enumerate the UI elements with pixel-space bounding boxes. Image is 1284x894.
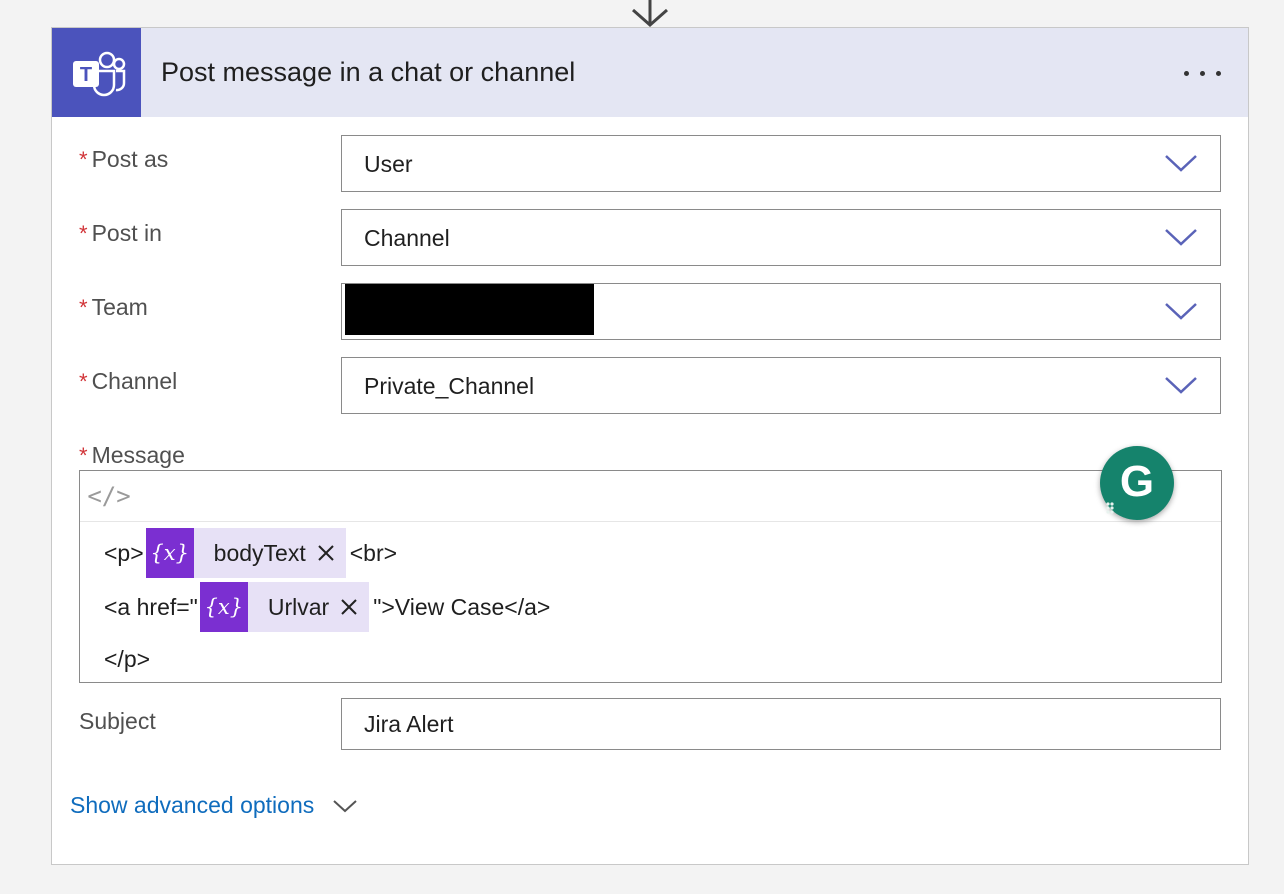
message-line-2: <a href=" {x} Urlvar ">View Case</a> bbox=[104, 582, 551, 632]
message-text: <p> bbox=[104, 539, 144, 566]
post-in-dropdown[interactable]: Channel bbox=[341, 209, 1221, 266]
message-text: ">View Case</a> bbox=[373, 593, 551, 620]
message-editor[interactable]: </> <p> {x} bodyText <br> <a href=" {x} … bbox=[79, 470, 1222, 683]
advanced-options-label: Show advanced options bbox=[70, 792, 315, 818]
grammarly-letter: G bbox=[1120, 457, 1154, 506]
dynamic-token-bodytext[interactable]: {x} bodyText bbox=[145, 528, 346, 578]
chevron-down-icon bbox=[1165, 377, 1197, 394]
team-dropdown[interactable] bbox=[341, 283, 1221, 340]
post-in-value: Channel bbox=[364, 225, 450, 251]
message-label: * Message bbox=[79, 442, 185, 468]
dynamic-token-urlvar[interactable]: {x} Urlvar bbox=[199, 582, 370, 632]
message-line-3: </p> bbox=[104, 637, 150, 681]
chevron-down-icon bbox=[1165, 303, 1197, 320]
required-marker: * bbox=[79, 147, 88, 172]
token-label: bodyText bbox=[213, 539, 306, 566]
show-advanced-options-link[interactable]: Show advanced options bbox=[70, 792, 358, 819]
remove-token-close-icon[interactable] bbox=[312, 539, 340, 567]
subject-field[interactable] bbox=[341, 698, 1221, 750]
subject-label: Subject bbox=[79, 708, 156, 734]
required-marker: * bbox=[79, 295, 88, 320]
chevron-down-icon bbox=[1165, 229, 1197, 246]
channel-dropdown[interactable]: Private_Channel bbox=[341, 357, 1221, 414]
editor-divider bbox=[80, 521, 1221, 522]
variable-icon: {x} bbox=[199, 582, 248, 632]
post-in-label: * Post in bbox=[79, 220, 162, 246]
chevron-down-icon bbox=[1165, 155, 1197, 172]
post-as-value: User bbox=[364, 151, 413, 177]
message-text: <a href=" bbox=[104, 593, 198, 620]
redacted-team-value bbox=[345, 284, 594, 335]
message-line-1: <p> {x} bodyText <br> bbox=[104, 528, 398, 578]
flow-down-arrow-icon bbox=[632, 0, 668, 28]
teams-icon: T bbox=[52, 28, 141, 117]
required-marker: * bbox=[79, 443, 88, 468]
card-title: Post message in a chat or channel bbox=[161, 57, 576, 87]
message-text: <br> bbox=[349, 539, 398, 566]
teams-icon-letter: T bbox=[79, 64, 91, 86]
code-view-toggle-button[interactable]: </> bbox=[86, 475, 132, 517]
post-as-dropdown[interactable]: User bbox=[341, 135, 1221, 192]
action-card: T Post message in a chat or channel * Pos… bbox=[51, 27, 1249, 865]
required-marker: * bbox=[79, 369, 88, 394]
token-label: Urlvar bbox=[267, 593, 330, 620]
card-header[interactable]: T Post message in a chat or channel bbox=[52, 28, 1248, 117]
channel-value: Private_Channel bbox=[364, 373, 535, 399]
variable-icon: {x} bbox=[145, 528, 194, 578]
subject-input[interactable] bbox=[342, 699, 1220, 749]
message-text: </p> bbox=[104, 645, 151, 672]
post-as-label: * Post as bbox=[79, 146, 169, 172]
grammarly-icon[interactable]: G bbox=[1100, 446, 1174, 520]
required-marker: * bbox=[79, 221, 88, 246]
remove-token-close-icon[interactable] bbox=[335, 593, 363, 621]
chevron-down-icon bbox=[333, 799, 357, 812]
team-label: * Team bbox=[79, 294, 148, 320]
channel-label: * Channel bbox=[79, 368, 178, 394]
more-options-button[interactable] bbox=[1178, 58, 1228, 88]
